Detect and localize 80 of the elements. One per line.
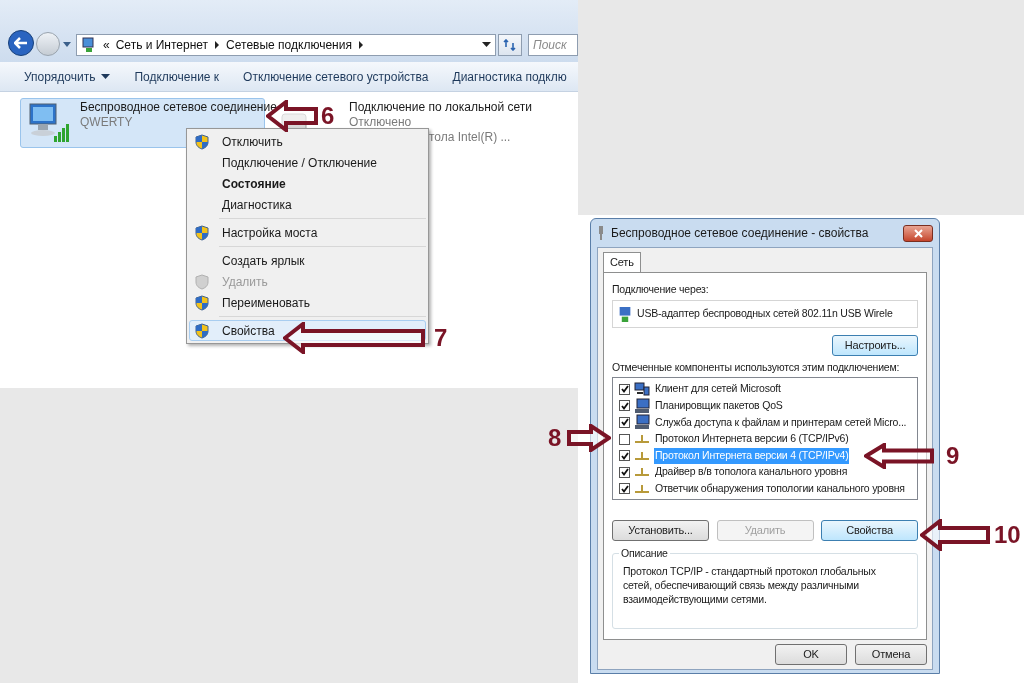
breadcrumb-item[interactable]: Сеть и Интернет bbox=[115, 36, 209, 54]
window-title: Беспроводное сетевое соединение - свойства bbox=[611, 225, 870, 242]
checkbox[interactable] bbox=[619, 400, 630, 412]
address-bar[interactable]: « Сеть и Интернет Сетевые подключения bbox=[76, 34, 496, 56]
connection-name: Беспроводное сетевое соединение bbox=[80, 100, 277, 115]
breadcrumb-item[interactable]: « bbox=[103, 36, 110, 54]
chevron-icon bbox=[214, 41, 221, 49]
network-client-icon bbox=[634, 382, 650, 397]
checkbox[interactable] bbox=[619, 433, 630, 445]
protocol-icon bbox=[635, 467, 649, 478]
menu-item[interactable]: Настройка моста bbox=[189, 222, 426, 243]
menu-item[interactable]: Состояние bbox=[189, 173, 426, 194]
dropdown-caret-icon bbox=[101, 73, 111, 80]
close-icon bbox=[913, 228, 923, 238]
back-arrow-icon bbox=[14, 37, 28, 49]
search-field[interactable]: Поиск bbox=[528, 34, 578, 56]
connection-status: Отключено bbox=[349, 115, 412, 130]
close-button[interactable] bbox=[903, 224, 933, 242]
component-item[interactable]: Драйвер в/в тополога канального уровня bbox=[654, 464, 849, 481]
step-number: 6 bbox=[321, 104, 335, 128]
shield-icon bbox=[195, 322, 209, 339]
protocol-icon bbox=[635, 483, 649, 494]
chevron-icon bbox=[357, 41, 364, 49]
toolbar-button[interactable]: Подключение к bbox=[134, 67, 220, 86]
toolbar-button[interactable]: Упорядочить bbox=[24, 67, 111, 86]
callout-arrow bbox=[567, 424, 611, 452]
dialog-button[interactable]: Отмена bbox=[855, 644, 927, 665]
dropdown-caret-icon bbox=[482, 42, 491, 48]
back-button[interactable] bbox=[8, 30, 34, 56]
connection-name: Подключение по локальной сети bbox=[349, 100, 532, 115]
step-number: 10 bbox=[994, 523, 1021, 547]
protocol-icon bbox=[635, 450, 649, 461]
network-adapter-icon bbox=[619, 306, 631, 322]
checkbox[interactable] bbox=[619, 466, 630, 478]
callout-arrow bbox=[864, 443, 934, 469]
protocol-icon bbox=[635, 434, 649, 445]
dropdown-caret-icon bbox=[62, 40, 72, 48]
refresh-button[interactable] bbox=[498, 34, 522, 56]
toolbar-button[interactable]: Диагностика подклю bbox=[452, 67, 567, 86]
tab[interactable]: Сеть bbox=[603, 252, 641, 272]
shield-icon bbox=[195, 294, 209, 311]
dialog-button[interactable]: Свойства bbox=[821, 520, 918, 541]
component-item[interactable]: Планировщик пакетов QoS bbox=[654, 398, 784, 414]
menu-item[interactable]: Диагностика bbox=[189, 194, 426, 215]
adapter-name: USB-адаптер беспроводных сетей 802.11n USB Wirele bbox=[637, 306, 893, 322]
shield-icon bbox=[195, 133, 209, 150]
breadcrumb-item[interactable]: Сетевые подключения bbox=[226, 36, 352, 54]
checkbox[interactable] bbox=[619, 483, 630, 495]
menu-item[interactable]: Свойства bbox=[189, 320, 426, 341]
menu-item[interactable]: Подключение / Отключение bbox=[189, 152, 426, 173]
connection-status: QWERTY bbox=[80, 115, 133, 130]
shield-icon bbox=[195, 273, 209, 290]
component-item[interactable]: Протокол Интернета версии 6 (TCP/IPv6) bbox=[654, 431, 850, 447]
component-item[interactable]: Служба доступа к файлам и принтерам сетей Micro... bbox=[654, 414, 908, 431]
checkbox[interactable] bbox=[619, 417, 630, 428]
field-label: Подключение через: bbox=[612, 283, 710, 296]
component-item[interactable]: Ответчик обнаружения топологии канального уровня bbox=[654, 481, 906, 497]
component-item[interactable]: Клиент для сетей Microsoft bbox=[654, 381, 782, 398]
dialog-button[interactable]: Установить... bbox=[612, 520, 709, 541]
callout-arrow bbox=[920, 519, 990, 551]
toolbar-button[interactable]: Отключение сетевого устройства bbox=[243, 67, 429, 86]
dialog-button[interactable]: Настроить... bbox=[832, 335, 918, 356]
field-label: Отмеченные компоненты используются этим подключением: bbox=[612, 361, 901, 374]
network-cable-icon bbox=[597, 226, 605, 240]
checkbox[interactable] bbox=[619, 450, 630, 462]
menu-item[interactable]: Создать ярлык bbox=[189, 250, 426, 271]
computer-icon bbox=[634, 414, 650, 431]
step-number: 9 bbox=[946, 444, 960, 468]
checkbox[interactable] bbox=[619, 383, 630, 395]
menu-item[interactable]: Переименовать bbox=[189, 292, 426, 313]
network-folder-icon bbox=[81, 37, 97, 53]
shield-icon bbox=[195, 224, 209, 241]
connection-device: тола Intel(R) ... bbox=[429, 130, 511, 145]
refresh-icon bbox=[503, 39, 517, 51]
step-number: 8 bbox=[548, 426, 562, 450]
step-number: 7 bbox=[434, 326, 448, 350]
wireless-computer-icon bbox=[26, 102, 72, 144]
computer-icon bbox=[634, 397, 650, 414]
description-text: Протокол TCP/IP - стандартный протокол глобальных сетей, обеспечивающий связь между различными взаимодействующими сетями. bbox=[623, 564, 877, 606]
dialog-button[interactable]: OK bbox=[775, 644, 847, 665]
